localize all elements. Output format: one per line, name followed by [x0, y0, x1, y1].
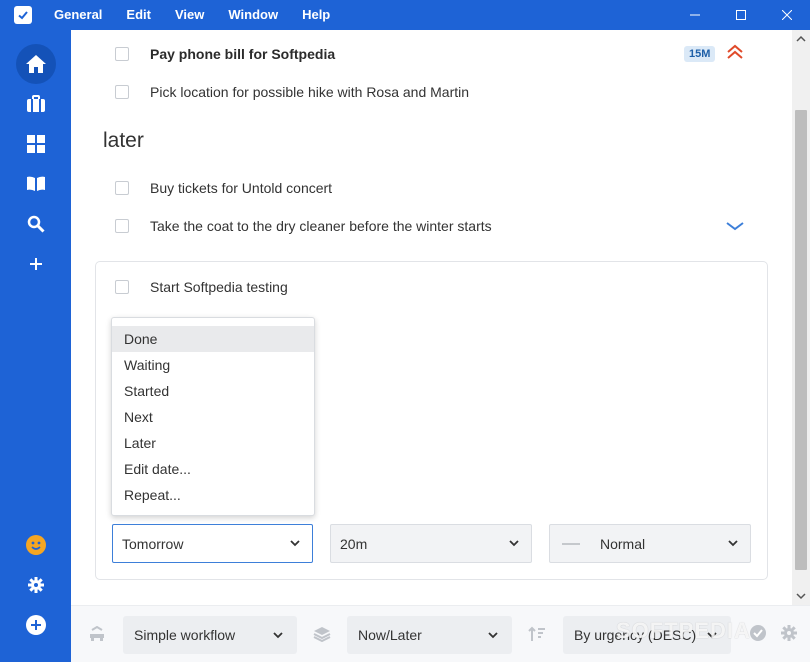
- task-row[interactable]: Pick location for possible hike with Ros…: [115, 82, 469, 102]
- sidebar-settings-button[interactable]: [16, 565, 56, 605]
- menu-edit[interactable]: Edit: [114, 0, 163, 30]
- check-circle-icon[interactable]: [749, 624, 767, 642]
- sidebar: [0, 30, 71, 662]
- window-controls: [672, 0, 810, 30]
- sort-select-value: By urgency (DESC): [574, 627, 697, 643]
- workflow-select[interactable]: Simple workflow: [123, 616, 297, 654]
- vertical-scrollbar[interactable]: [792, 30, 810, 605]
- sidebar-notes-button[interactable]: [16, 164, 56, 204]
- bottom-toolbar: Simple workflow Now/Later By urgency (DE…: [71, 605, 810, 662]
- task-title: Pay phone bill for Softpedia: [150, 46, 336, 62]
- task-checkbox[interactable]: [115, 85, 129, 99]
- view-select-value: Now/Later: [358, 627, 422, 643]
- grid-icon: [27, 135, 45, 153]
- smiley-icon: [26, 535, 46, 555]
- status-dropdown-menu: Done Waiting Started Next Later Edit dat…: [111, 317, 315, 516]
- task-title: Take the coat to the dry cleaner before …: [150, 218, 492, 234]
- sidebar-dashboard-button[interactable]: [16, 124, 56, 164]
- chevron-down-icon: [488, 632, 498, 639]
- task-row-editing[interactable]: Start Softpedia testing: [115, 277, 288, 297]
- chevron-down-icon: [728, 540, 738, 547]
- home-icon: [26, 55, 46, 73]
- app-check-icon: [14, 6, 32, 24]
- sidebar-projects-button[interactable]: [16, 84, 56, 124]
- date-select-value: Tomorrow: [122, 535, 184, 552]
- search-icon: [27, 215, 45, 233]
- sidebar-home-button[interactable]: [16, 44, 56, 84]
- sidebar-search-button[interactable]: [16, 204, 56, 244]
- view-select[interactable]: Now/Later: [347, 616, 512, 654]
- workflow-select-value: Simple workflow: [134, 627, 236, 643]
- date-select[interactable]: Tomorrow: [112, 524, 313, 563]
- task-list: Pay phone bill for Softpedia 15M Pick lo…: [71, 30, 792, 605]
- status-option-repeat[interactable]: Repeat...: [112, 482, 314, 508]
- status-option-started[interactable]: Started: [112, 378, 314, 404]
- scrollbar-thumb[interactable]: [795, 110, 807, 570]
- status-option-waiting[interactable]: Waiting: [112, 352, 314, 378]
- section-title: later: [103, 129, 144, 152]
- workflow-icon: [90, 626, 104, 641]
- chevron-down-icon: [290, 540, 300, 547]
- priority-select[interactable]: Normal: [549, 524, 751, 563]
- minimize-button[interactable]: [672, 0, 718, 30]
- chevron-down-icon: [273, 632, 283, 639]
- maximize-button[interactable]: [718, 0, 764, 30]
- sidebar-user-button[interactable]: [16, 525, 56, 565]
- duration-select[interactable]: 20m: [330, 524, 532, 563]
- plus-icon: [30, 258, 42, 270]
- task-checkbox[interactable]: [115, 47, 129, 61]
- task-checkbox[interactable]: [115, 181, 129, 195]
- task-title: Start Softpedia testing: [150, 279, 288, 295]
- duration-select-value: 20m: [340, 535, 368, 552]
- chevron-down-icon: [509, 540, 519, 547]
- chevron-down-icon[interactable]: [725, 219, 745, 237]
- layers-icon: [313, 627, 331, 642]
- status-option-edit-date[interactable]: Edit date...: [112, 456, 314, 482]
- menu-window[interactable]: Window: [216, 0, 290, 30]
- menu-general[interactable]: General: [42, 0, 114, 30]
- task-title: Pick location for possible hike with Ros…: [150, 84, 470, 100]
- scroll-up-icon[interactable]: [796, 34, 806, 44]
- title-bar: General Edit View Window Help: [0, 0, 810, 30]
- task-checkbox[interactable]: [115, 219, 129, 233]
- minimize-icon: [690, 14, 700, 16]
- chevron-down-icon: [707, 632, 717, 639]
- task-row[interactable]: Buy tickets for Untold concert: [115, 178, 332, 198]
- book-icon: [27, 176, 45, 191]
- menu-help[interactable]: Help: [290, 0, 342, 30]
- status-option-later[interactable]: Later: [112, 430, 314, 456]
- priority-select-value: Normal: [600, 535, 646, 552]
- task-checkbox[interactable]: [115, 280, 129, 294]
- task-title: Buy tickets for Untold concert: [150, 180, 333, 196]
- add-circle-icon: [26, 615, 46, 635]
- scroll-down-icon[interactable]: [796, 591, 806, 601]
- close-button[interactable]: [764, 0, 810, 30]
- sort-select[interactable]: By urgency (DESC): [563, 616, 731, 654]
- sidebar-new-task-button[interactable]: [16, 605, 56, 645]
- gear-icon[interactable]: [781, 625, 797, 641]
- gear-icon: [28, 577, 44, 593]
- sort-icon: [528, 626, 545, 641]
- close-icon: [782, 10, 792, 20]
- status-option-next[interactable]: Next: [112, 404, 314, 430]
- duration-badge: 15M: [684, 46, 716, 62]
- task-row[interactable]: Take the coat to the dry cleaner before …: [115, 216, 492, 236]
- status-option-done[interactable]: Done: [112, 326, 314, 352]
- priority-dash-icon: [562, 542, 580, 545]
- briefcase-icon: [27, 95, 45, 112]
- high-urgency-icon: [726, 44, 744, 65]
- task-row[interactable]: Pay phone bill for Softpedia: [115, 44, 335, 64]
- maximize-icon: [736, 10, 746, 20]
- sidebar-add-button[interactable]: [16, 244, 56, 284]
- menu-view[interactable]: View: [163, 0, 216, 30]
